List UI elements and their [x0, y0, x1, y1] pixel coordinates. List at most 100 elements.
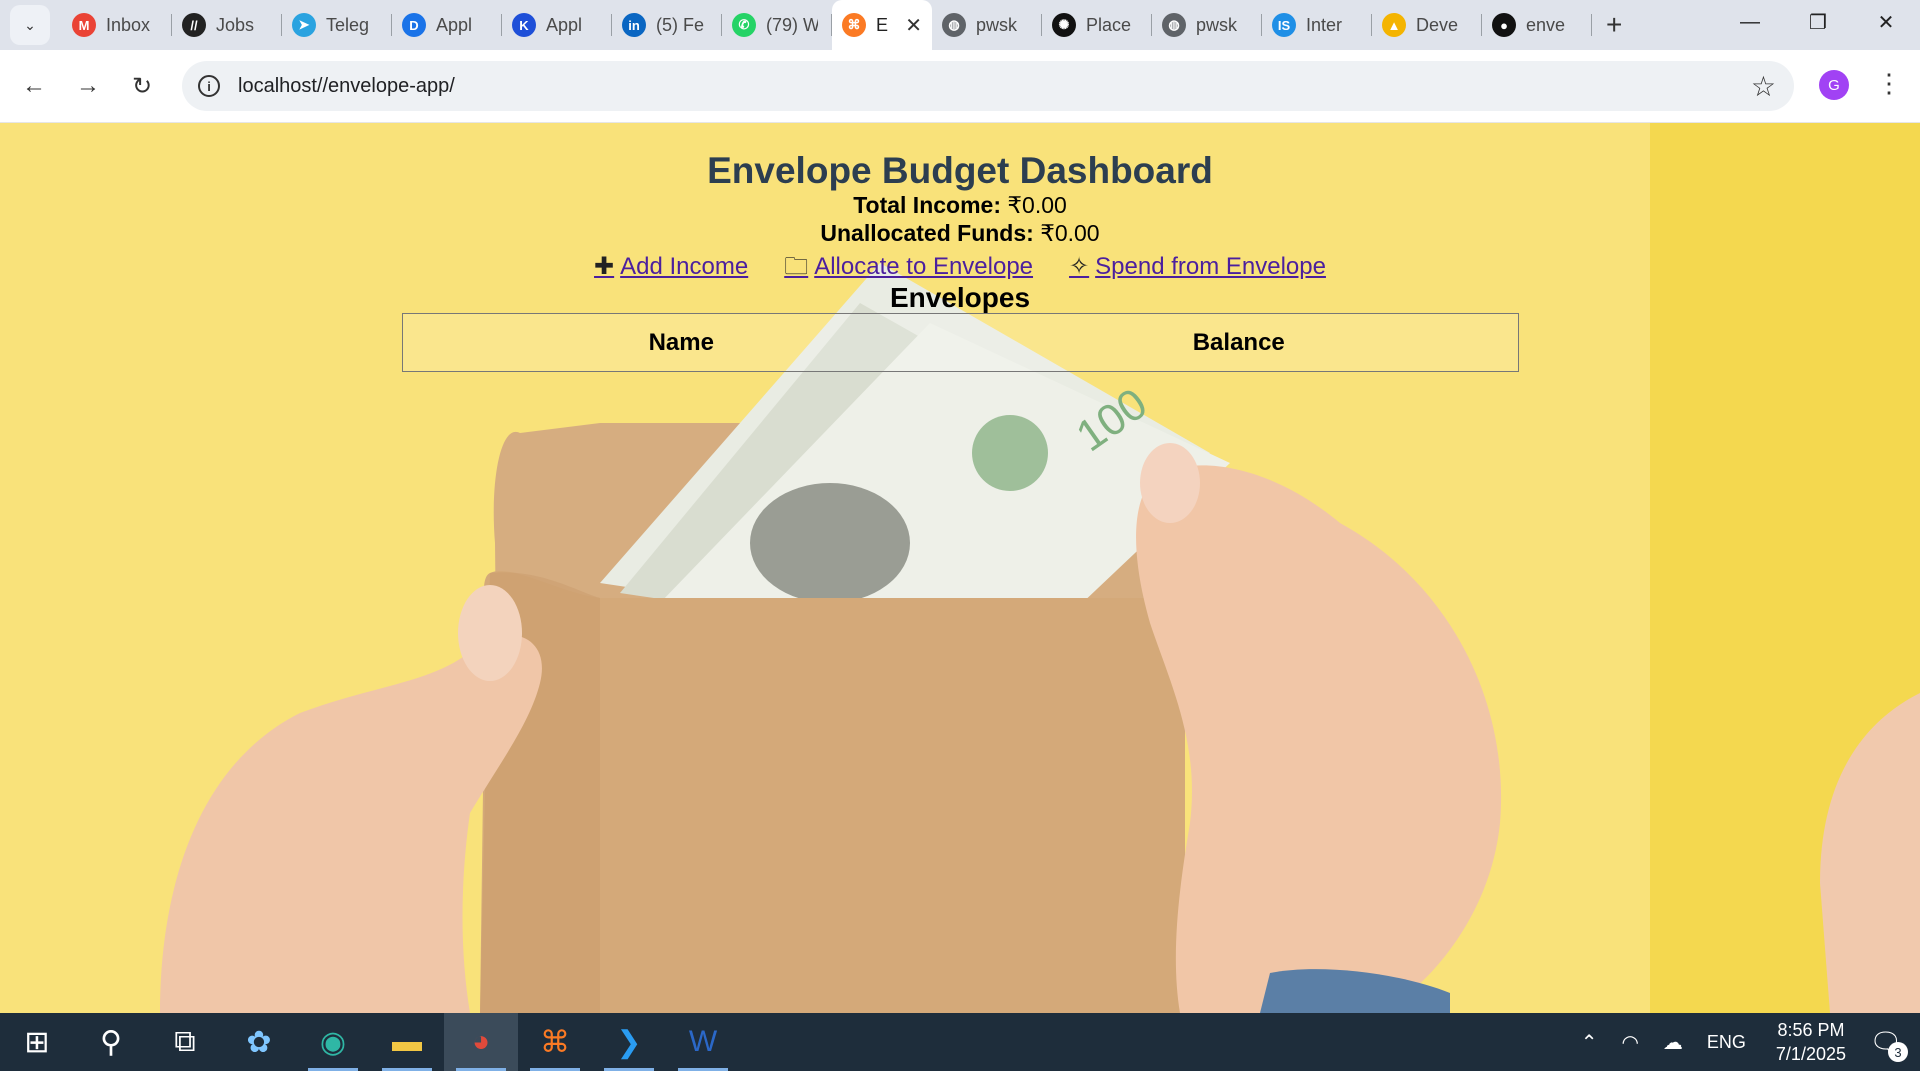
- notification-center-icon[interactable]: 🗨 3: [1864, 1020, 1908, 1064]
- tab-title: enve: [1526, 14, 1566, 35]
- tab-title: Jobs: [216, 14, 255, 35]
- dashboard-content: Envelope Budget Dashboard Total Income: …: [0, 123, 1920, 372]
- task-view-icon[interactable]: ⧉: [148, 1013, 222, 1071]
- tab-title: (79) W: [766, 14, 818, 35]
- browser-tab[interactable]: K Appl: [502, 0, 612, 50]
- globe-icon: ◍: [1162, 13, 1186, 37]
- whatsapp-icon: ✆: [732, 13, 756, 37]
- web-page: 100 Envelope Budget Dashboard Total Inco…: [0, 123, 1920, 1013]
- spend-envelope-link[interactable]: ✧ Spend from Envelope: [1069, 251, 1326, 283]
- money-with-wings-icon: ✧: [1069, 253, 1090, 280]
- github-icon: ●: [1492, 13, 1516, 37]
- tab-title: (5) Fe: [656, 14, 705, 35]
- browser-tab[interactable]: ✺ Place: [1042, 0, 1152, 50]
- tab-search-chevron-icon[interactable]: ⌄: [10, 5, 50, 45]
- language-indicator[interactable]: ENG: [1707, 1032, 1746, 1053]
- browser-tab[interactable]: D Appl: [392, 0, 502, 50]
- copilot-icon[interactable]: ✿: [222, 1013, 296, 1071]
- tab-title: Appl: [436, 14, 473, 35]
- action-links: ✚ Add Income 🗀 Allocate to Envelope ✧ Sp…: [0, 251, 1920, 283]
- allocate-envelope-label: Allocate to Envelope: [814, 253, 1034, 280]
- add-income-label: Add Income: [620, 253, 749, 280]
- tab-close-icon[interactable]: ✕: [905, 13, 922, 38]
- browser-tab[interactable]: ◍ pwsk: [932, 0, 1042, 50]
- close-window-icon[interactable]: ✕: [1852, 0, 1920, 44]
- tab-title: Place: [1086, 14, 1132, 35]
- clock-time: 8:56 PM: [1777, 1020, 1845, 1040]
- plus-icon: ✚: [594, 253, 615, 280]
- browser-tab[interactable]: in (5) Fe: [612, 0, 722, 50]
- windows-taskbar: ⊞ ⚲ ⧉ ✿ ◉ ▬ ◕ ⌘ ❯ W ⌃ ◠ ☁ ENG 8:56 PM 7/…: [0, 1013, 1920, 1071]
- back-arrow-icon[interactable]: ←: [14, 66, 54, 106]
- total-income-line: Total Income: ₹0.00: [0, 191, 1920, 219]
- tab-title: Deve: [1416, 14, 1459, 35]
- minimize-icon[interactable]: —: [1716, 0, 1784, 44]
- address-bar[interactable]: i localhost//envelope-app/ ☆: [182, 61, 1794, 111]
- browser-tab-strip: ⌄ M Inbox // Jobs ➤ Teleg D Appl K Appl in (5) Fe ✆ (…: [0, 0, 1920, 50]
- clock-date: 7/1/2025: [1775, 1044, 1846, 1064]
- column-header-balance: Balance: [1192, 328, 1285, 356]
- add-income-link[interactable]: ✚ Add Income: [594, 251, 748, 283]
- envelopes-heading: Envelopes: [889, 282, 1031, 313]
- xampp-icon[interactable]: ⌘: [518, 1013, 592, 1071]
- restore-icon[interactable]: ❐: [1784, 0, 1852, 44]
- linkedin-icon: in: [622, 13, 646, 37]
- cloud-icon[interactable]: ☁: [1663, 1030, 1683, 1055]
- profile-avatar[interactable]: G: [1819, 70, 1849, 100]
- browser-tab[interactable]: ● enve: [1482, 0, 1592, 50]
- spend-envelope-label: Spend from Envelope: [1095, 253, 1326, 280]
- is-icon: IS: [1272, 13, 1296, 37]
- tab-title: Appl: [546, 14, 583, 35]
- browser-tab[interactable]: ◍ pwsk: [1152, 0, 1262, 50]
- vscode-icon[interactable]: ❯: [592, 1013, 666, 1071]
- tab-title: pwsk: [976, 14, 1018, 35]
- browser-tab[interactable]: ▲ Deve: [1372, 0, 1482, 50]
- unallocated-funds-line: Unallocated Funds: ₹0.00: [0, 219, 1920, 247]
- openai-icon: ✺: [1052, 13, 1076, 37]
- new-tab-plus-icon[interactable]: +: [1606, 9, 1622, 41]
- wifi-icon[interactable]: ◠: [1621, 1030, 1638, 1055]
- reload-icon[interactable]: ↻: [122, 66, 162, 106]
- gmail-icon: M: [72, 13, 96, 37]
- word-icon[interactable]: W: [666, 1013, 740, 1071]
- allocate-envelope-link[interactable]: 🗀 Allocate to Envelope: [784, 251, 1033, 283]
- envelopes-table: Name Balance: [401, 313, 1519, 372]
- table-header-row: Name Balance: [402, 314, 1518, 372]
- browser-menu-icon[interactable]: ⋮: [1876, 68, 1902, 99]
- telegram-icon: ➤: [292, 13, 316, 37]
- url-text[interactable]: localhost//envelope-app/: [238, 75, 455, 98]
- system-tray: ⌃ ◠ ☁ ENG 8:56 PM 7/1/2025 🗨 3: [1569, 1013, 1920, 1071]
- windows-start-icon[interactable]: ⊞: [0, 1013, 74, 1071]
- globe-icon: ◍: [942, 13, 966, 37]
- site-info-icon[interactable]: i: [198, 75, 220, 97]
- total-income-value: ₹0.00: [1007, 192, 1067, 218]
- app-icon: D: [402, 13, 426, 37]
- browser-tab[interactable]: ✆ (79) W: [722, 0, 832, 50]
- folder-icon: 🗀: [784, 253, 809, 280]
- total-income-label: Total Income:: [853, 192, 1001, 218]
- browser-tab[interactable]: M Inbox: [62, 0, 172, 50]
- page-title: Envelope Budget Dashboard: [707, 150, 1213, 191]
- column-header-name: Name: [648, 328, 714, 356]
- drive-icon: ▲: [1382, 13, 1406, 37]
- notification-count-badge: 3: [1888, 1042, 1908, 1062]
- tab-title: Inter: [1306, 14, 1343, 35]
- tab-title: pwsk: [1196, 14, 1238, 35]
- window-controls: — ❐ ✕: [1716, 0, 1920, 44]
- forward-arrow-icon[interactable]: →: [68, 66, 108, 106]
- system-clock[interactable]: 8:56 PM 7/1/2025: [1776, 1018, 1846, 1066]
- chrome-icon[interactable]: ◕: [444, 1013, 518, 1071]
- browser-tab[interactable]: // Jobs: [172, 0, 282, 50]
- tab-title: E: [876, 14, 889, 35]
- edge-browser-icon[interactable]: ◉: [296, 1013, 370, 1071]
- xampp-icon: ⌘: [842, 13, 866, 37]
- tab-title: Inbox: [106, 14, 151, 35]
- chevron-up-icon[interactable]: ⌃: [1581, 1030, 1598, 1055]
- browser-tab[interactable]: ⌘ E ✕: [832, 0, 932, 50]
- unallocated-funds-value: ₹0.00: [1040, 220, 1100, 246]
- file-explorer-icon[interactable]: ▬: [370, 1013, 444, 1071]
- bookmark-star-icon[interactable]: ☆: [1751, 70, 1776, 103]
- browser-tab[interactable]: ➤ Teleg: [282, 0, 392, 50]
- search-icon[interactable]: ⚲: [74, 1013, 148, 1071]
- browser-tab[interactable]: IS Inter: [1262, 0, 1372, 50]
